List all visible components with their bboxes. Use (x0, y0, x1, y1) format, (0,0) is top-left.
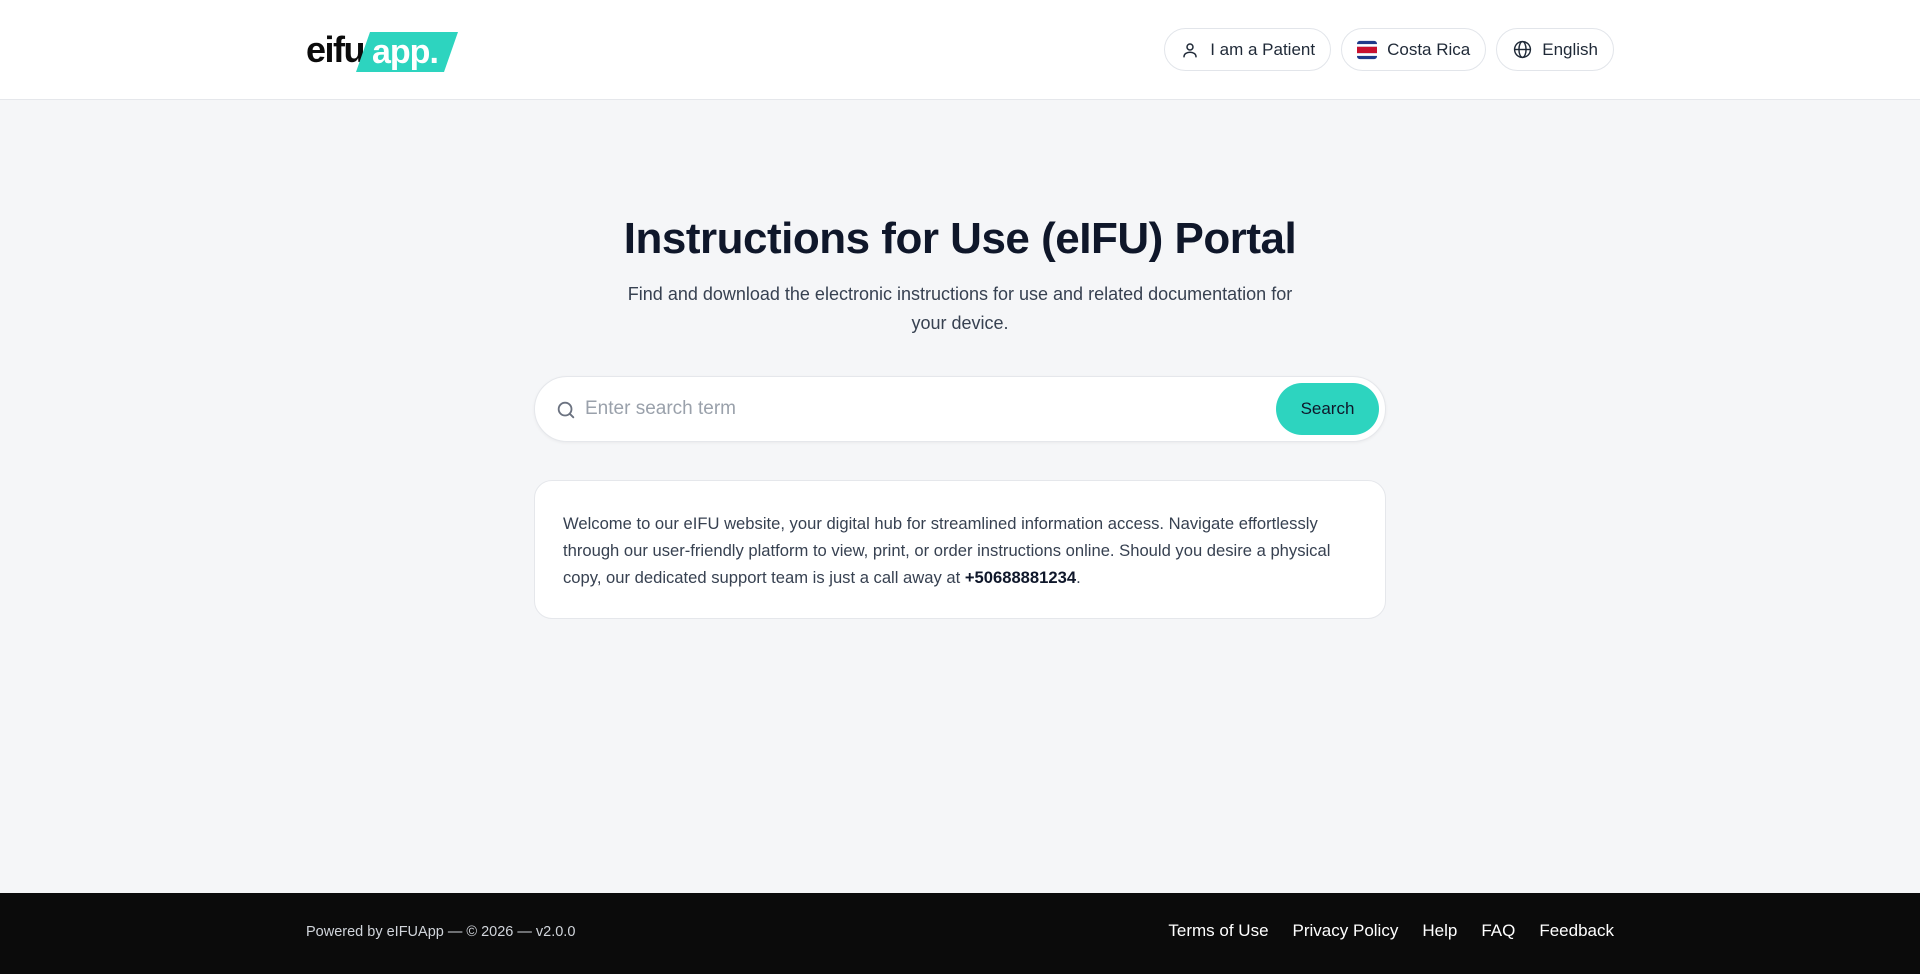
user-icon (1180, 40, 1200, 60)
costa-rica-flag-icon (1357, 40, 1378, 60)
patient-role-button[interactable]: I am a Patient (1164, 28, 1332, 71)
page-title: Instructions for Use (eIFU) Portal (623, 214, 1297, 263)
welcome-text: Welcome to our eIFU website, your digita… (563, 514, 1331, 587)
site-header: eifu app. I am a Patient Costa Rica Engl… (0, 0, 1920, 100)
globe-icon (1512, 40, 1532, 60)
terms-of-use-link[interactable]: Terms of Use (1168, 921, 1268, 941)
header-nav: I am a Patient Costa Rica English (1164, 28, 1614, 71)
powered-by-text: Powered by eIFUApp — © 2026 — v2.0.0 (306, 924, 576, 940)
country-label: Costa Rica (1387, 39, 1471, 59)
feedback-link[interactable]: Feedback (1539, 921, 1614, 941)
welcome-card: Welcome to our eIFU website, your digita… (534, 480, 1386, 619)
search-bar: Search (534, 376, 1386, 442)
language-label: English (1542, 39, 1598, 59)
country-selector-button[interactable]: Costa Rica (1341, 28, 1487, 71)
patient-role-label: I am a Patient (1210, 39, 1316, 59)
search-input[interactable] (585, 389, 1265, 429)
logo-badge: app. (356, 32, 458, 72)
privacy-policy-link[interactable]: Privacy Policy (1293, 921, 1399, 941)
site-footer: Powered by eIFUApp — © 2026 — v2.0.0 Ter… (0, 893, 1920, 974)
language-selector-button[interactable]: English (1496, 28, 1614, 71)
welcome-text-end: . (1076, 568, 1081, 587)
faq-link[interactable]: FAQ (1481, 921, 1515, 941)
page-subtitle: Find and download the electronic instruc… (627, 284, 1293, 333)
help-link[interactable]: Help (1422, 921, 1457, 941)
logo-badge-text: app. (372, 33, 439, 71)
footer-nav: Terms of Use Privacy Policy Help FAQ Fee… (1168, 921, 1614, 941)
eifuapp-logo[interactable]: eifu app. (306, 30, 458, 72)
support-phone-number: +50688881234 (964, 568, 1077, 587)
search-icon (555, 399, 577, 421)
search-button[interactable]: Search (1276, 383, 1379, 435)
